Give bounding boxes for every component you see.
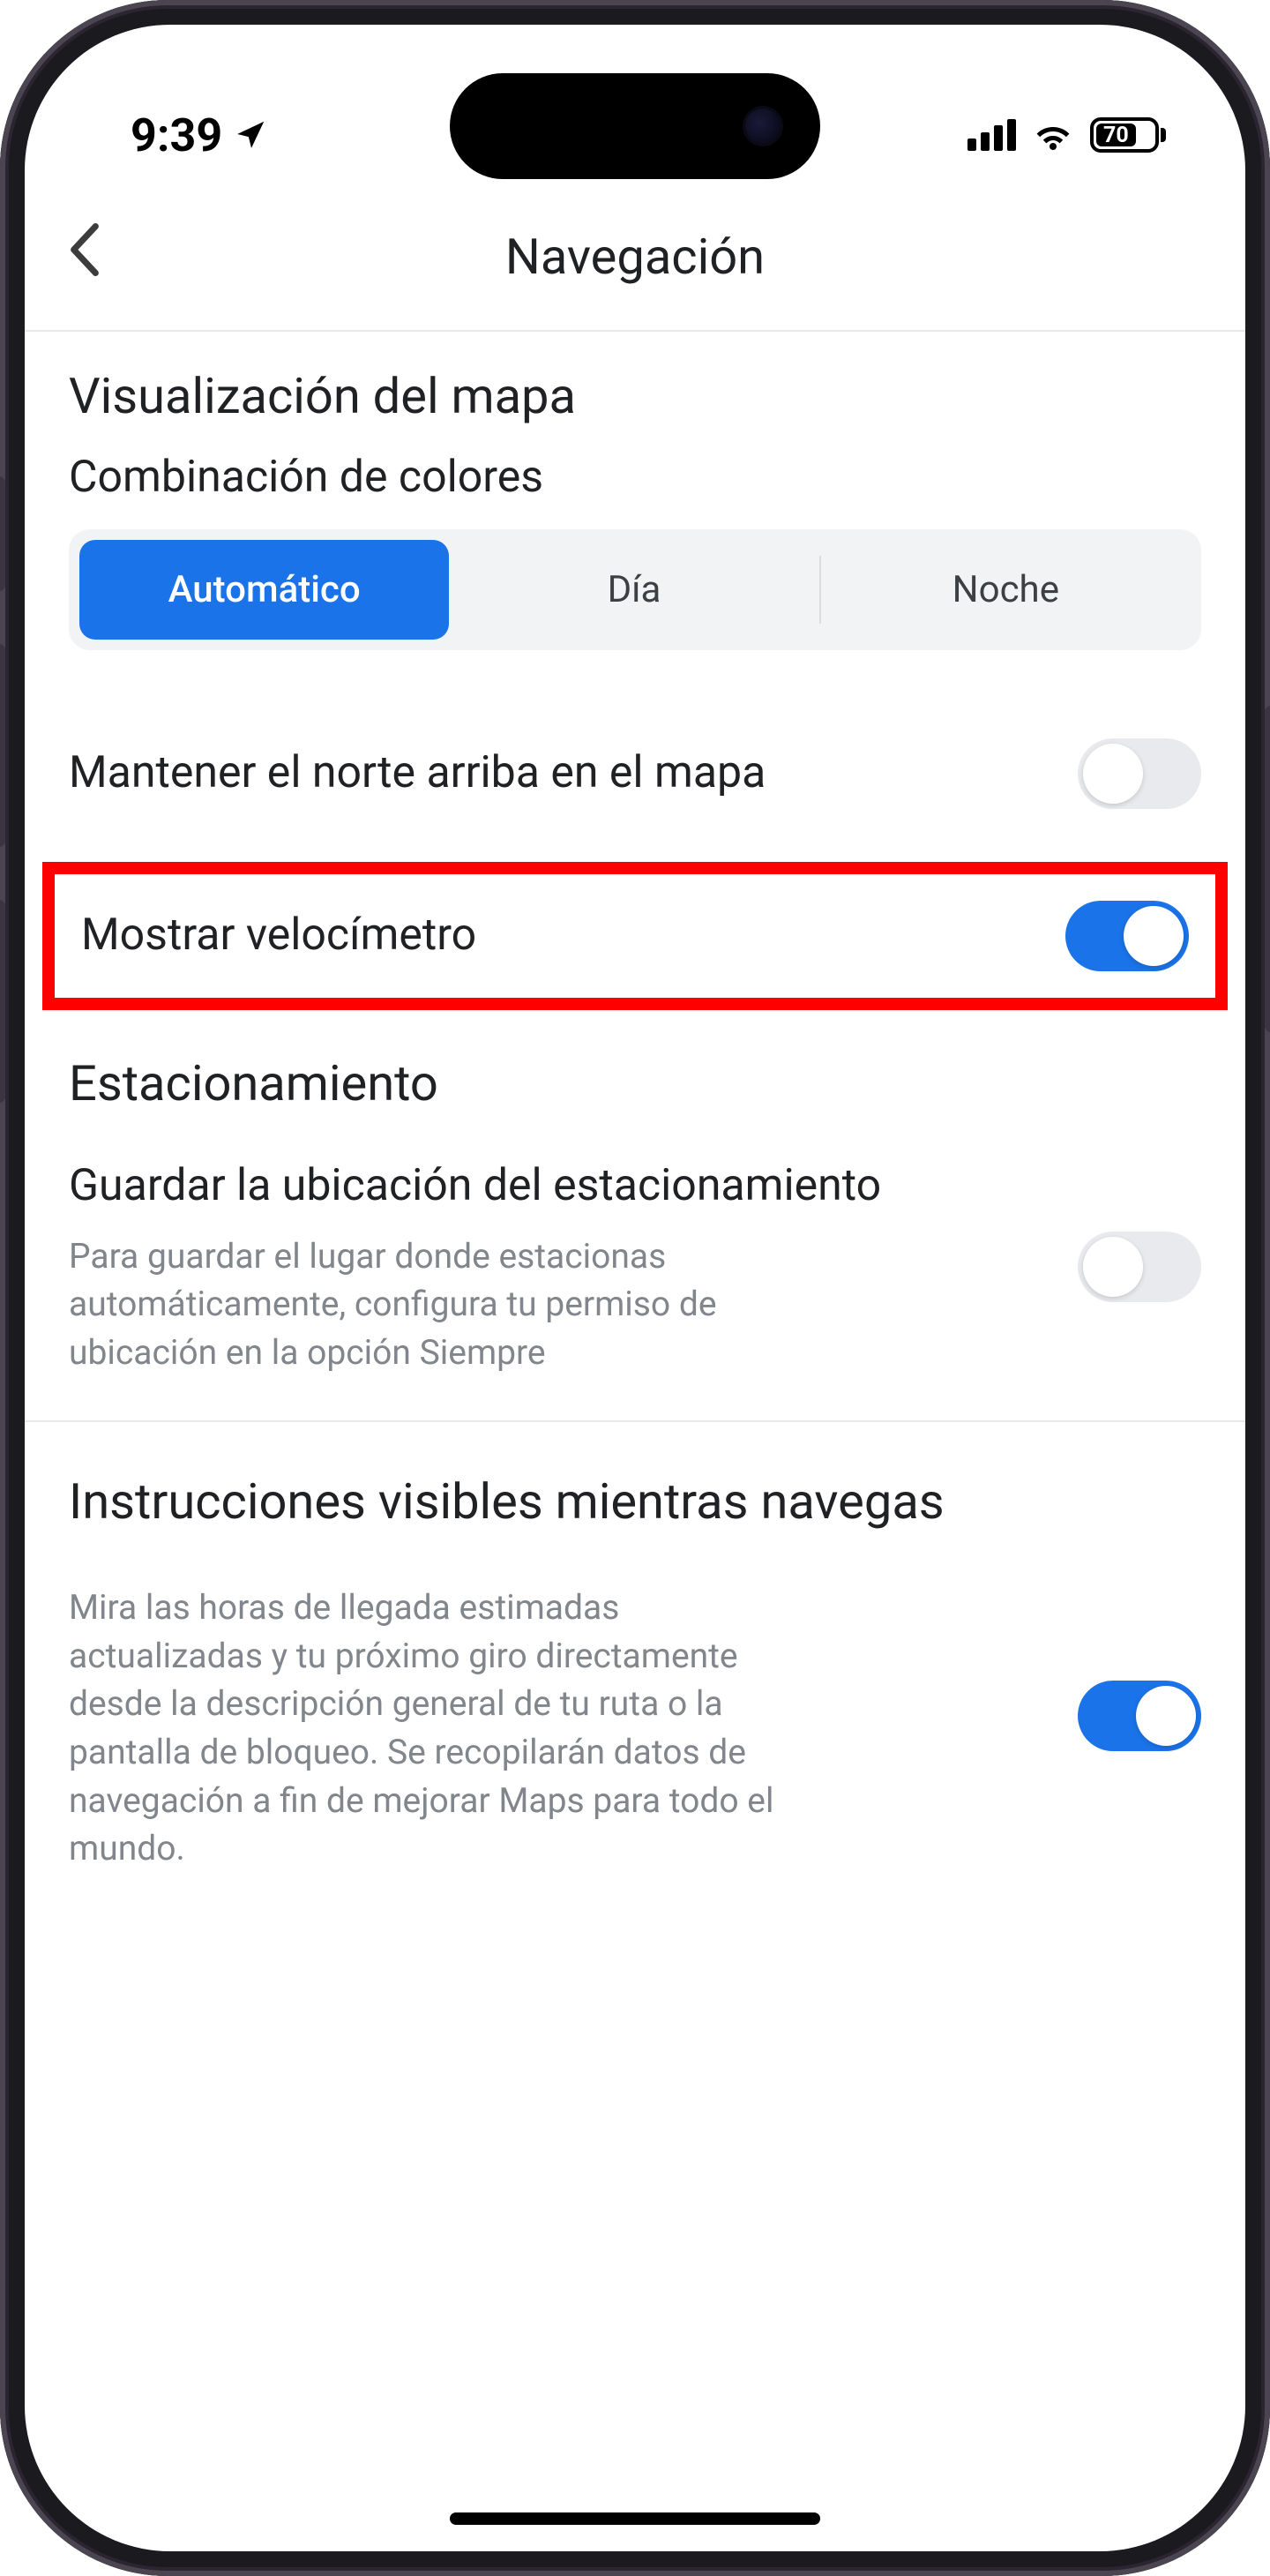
dynamic-island: [450, 73, 820, 179]
wifi-icon: [1032, 109, 1074, 162]
speedometer-row: Mostrar velocímetro: [55, 874, 1215, 998]
nav-header: Navegación: [25, 192, 1245, 332]
color-scheme-segmented-control: Automático Día Noche: [69, 529, 1201, 650]
cellular-signal-icon: [967, 119, 1016, 151]
segment-day[interactable]: Día: [449, 540, 818, 640]
location-icon: [235, 109, 268, 162]
live-toggle[interactable]: [1078, 1681, 1201, 1751]
segment-auto[interactable]: Automático: [79, 540, 449, 640]
north-up-label: Mantener el norte arriba en el mapa: [69, 744, 1042, 804]
north-up-toggle[interactable]: [1078, 738, 1201, 809]
screen: 9:39 70: [25, 25, 1245, 2551]
parking-section: Estacionamiento: [25, 1019, 1245, 1148]
save-parking-label: Guardar la ubicación del estacionamiento: [69, 1157, 1042, 1217]
home-indicator[interactable]: [450, 2512, 820, 2525]
save-parking-row: Guardar la ubicación del estacionamiento…: [25, 1148, 1245, 1420]
battery-icon: 70: [1090, 117, 1166, 153]
map-display-section: Visualización del mapa Combinación de co…: [25, 332, 1245, 694]
power-button: [1265, 706, 1270, 1032]
map-display-title: Visualización del mapa: [69, 367, 1201, 425]
volume-up-button: [0, 644, 5, 847]
volume-down-button: [0, 900, 5, 1103]
settings-content: Visualización del mapa Combinación de co…: [25, 332, 1245, 1908]
page-title: Navegación: [505, 228, 765, 286]
parking-title: Estacionamiento: [69, 1054, 1201, 1112]
segment-night[interactable]: Noche: [821, 540, 1191, 640]
status-time: 9:39: [131, 109, 222, 162]
speedometer-toggle[interactable]: [1065, 901, 1189, 971]
battery-percentage: 70: [1096, 124, 1136, 146]
speedometer-label: Mostrar velocímetro: [81, 906, 1030, 966]
phone-frame: 9:39 70: [0, 0, 1270, 2576]
save-parking-desc: Para guardar el lugar donde estacionas a…: [69, 1232, 792, 1377]
north-up-row: Mantener el norte arriba en el mapa: [25, 694, 1245, 853]
live-desc: Mira las horas de llegada estimadas actu…: [69, 1584, 792, 1873]
live-section: Instrucciones visibles mientras navegas …: [25, 1422, 1245, 1908]
speedometer-highlight: Mostrar velocímetro: [42, 862, 1228, 1010]
save-parking-toggle[interactable]: [1078, 1232, 1201, 1302]
color-scheme-label: Combinación de colores: [69, 452, 1201, 503]
mute-switch: [0, 476, 5, 591]
back-button[interactable]: [69, 223, 101, 290]
live-title: Instrucciones visibles mientras navegas: [69, 1471, 1201, 1532]
